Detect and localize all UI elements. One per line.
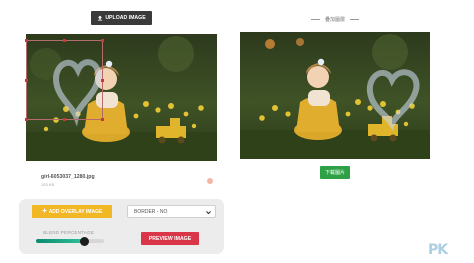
- slider-fill: [36, 239, 85, 243]
- pk-watermark: PK: [428, 242, 448, 258]
- blend-percentage-label: BLEND PERCENTAGE: [43, 230, 95, 235]
- plus-icon: [42, 208, 47, 215]
- title-divider-left: [311, 19, 320, 20]
- upload-image-label: UPLOAD IMAGE: [105, 15, 146, 21]
- status-dot: [207, 178, 213, 184]
- download-image-button[interactable]: 下載圖片: [320, 166, 350, 179]
- source-image-canvas[interactable]: [26, 34, 217, 161]
- add-overlay-image-button[interactable]: ADD OVERLAY IMAGE: [32, 205, 112, 218]
- preview-image: [240, 32, 430, 159]
- overlay-layer-title-text: 疊加圖層: [325, 17, 346, 23]
- border-select-value: BORDER - NO: [134, 208, 168, 215]
- add-overlay-image-label: ADD OVERLAY IMAGE: [48, 208, 103, 215]
- file-name: girl-6053037_1280.jpg: [41, 174, 95, 180]
- upload-image-button[interactable]: UPLOAD IMAGE: [91, 11, 152, 25]
- blend-percentage-slider[interactable]: [36, 236, 104, 246]
- preview-image-button[interactable]: PREVIEW IMAGE: [141, 232, 199, 245]
- file-size: 153 KB: [41, 182, 55, 187]
- title-divider-right: [350, 19, 360, 20]
- border-select[interactable]: BORDER - NO: [127, 205, 216, 218]
- overlay-layer-title: 疊加圖層: [311, 16, 391, 23]
- chevron-down-icon: [205, 209, 212, 216]
- slider-thumb[interactable]: [80, 236, 90, 246]
- upload-icon: [97, 15, 103, 21]
